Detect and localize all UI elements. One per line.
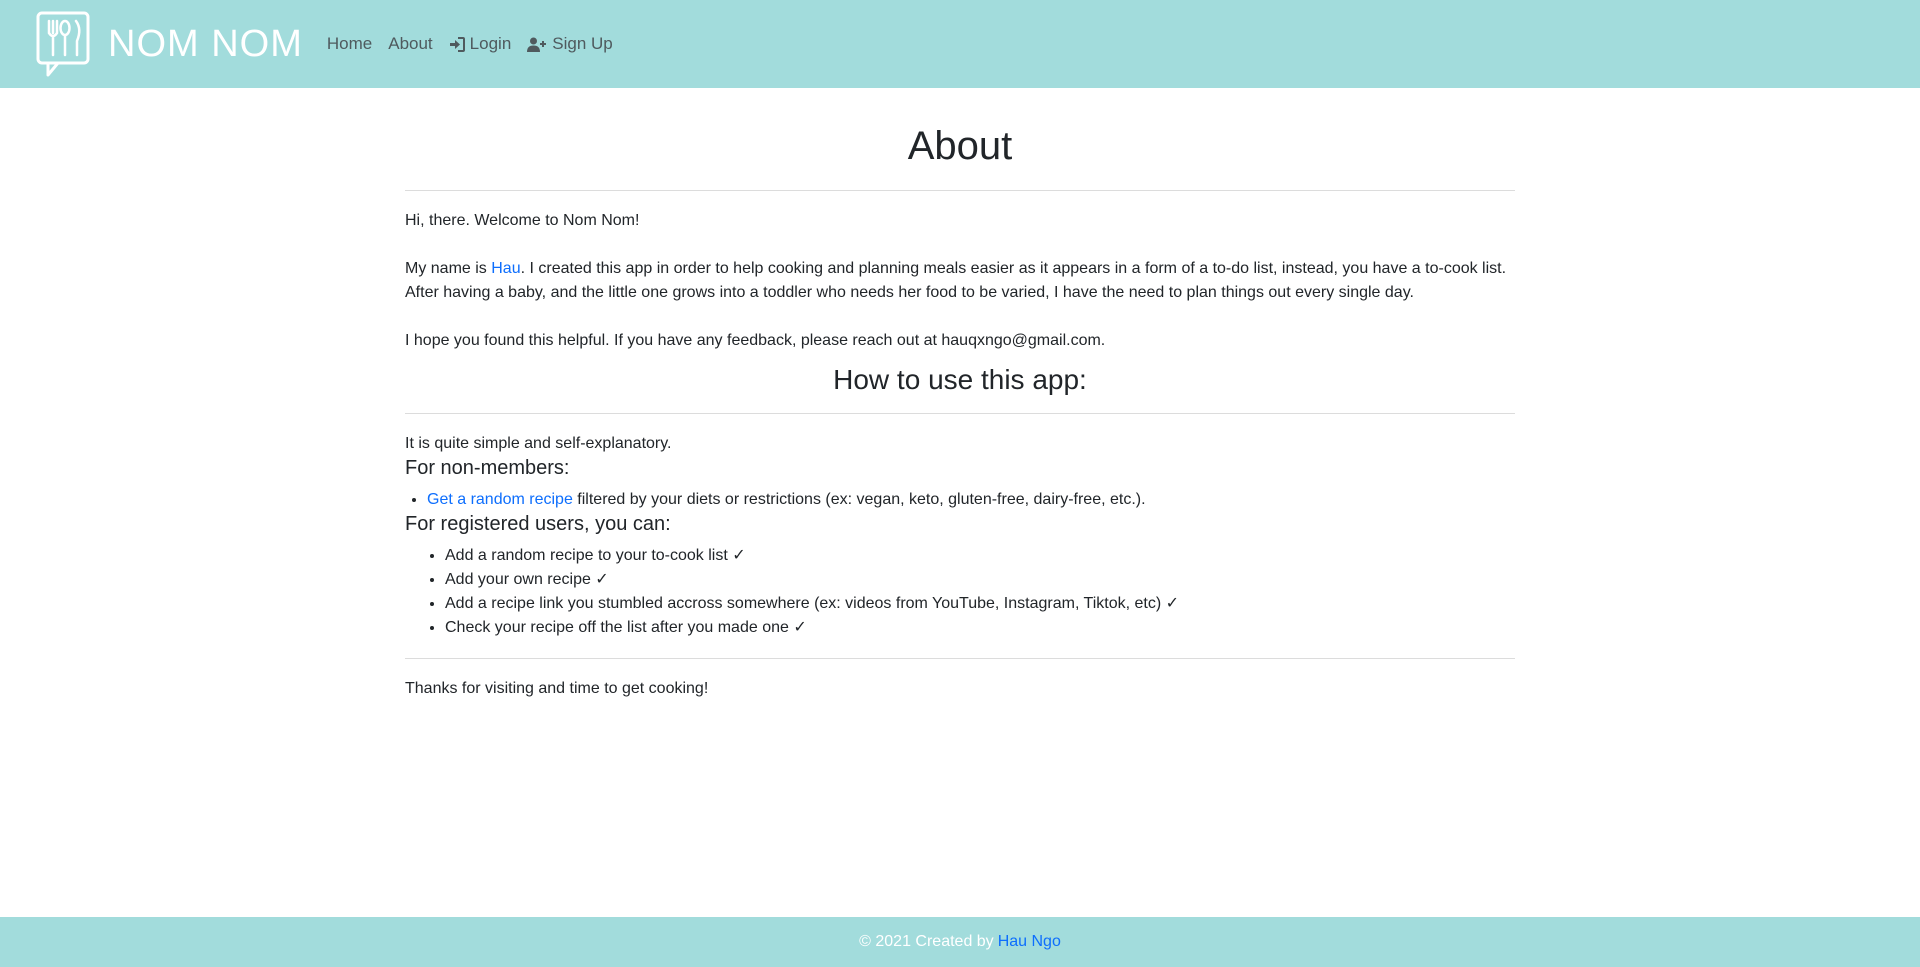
list-item: Add a recipe link you stumbled accross s… — [445, 592, 1515, 616]
non-members-heading: For non-members: — [405, 457, 570, 479]
howto-divider — [405, 413, 1515, 414]
page: NOM NOM Home About Login Sign Up About H… — [0, 0, 1920, 967]
sign-in-icon — [449, 36, 465, 52]
non-members-list: Get a random recipe filtered by your die… — [405, 488, 1515, 512]
nav-about-label: About — [388, 34, 433, 53]
closing-text: Thanks for visiting and time to get cook… — [405, 680, 709, 697]
brand-name: NOM NOM — [108, 22, 303, 65]
howto-intro: It is quite simple and self-explanatory. — [405, 435, 672, 452]
list-item: Get a random recipe filtered by your die… — [427, 488, 1515, 512]
closing-divider — [405, 658, 1515, 659]
intro-paragraph: My name is Hau. I created this app in or… — [405, 257, 1515, 305]
navbar: NOM NOM Home About Login Sign Up — [0, 0, 1920, 88]
footer-author-link[interactable]: Hau Ngo — [998, 933, 1061, 951]
nav-signup-link[interactable]: Sign Up — [527, 34, 613, 54]
fork-spoon-knife-icon — [36, 11, 90, 77]
main-content: About Hi, there. Welcome to Nom Nom! My … — [405, 88, 1515, 701]
nav-links: Home About Login Sign Up — [327, 34, 629, 54]
intro-suffix: . I created this app in order to help co… — [405, 260, 1507, 301]
nav-home-link[interactable]: Home — [327, 34, 372, 54]
nav-signup-label: Sign Up — [552, 34, 613, 53]
greeting-text: Hi, there. Welcome to Nom Nom! — [405, 212, 640, 229]
nav-home-label: Home — [326, 34, 373, 53]
intro-prefix: My name is — [405, 260, 492, 277]
nav-login-label: Login — [469, 34, 512, 53]
feedback-text: I hope you found this helpful. If you ha… — [405, 332, 1106, 349]
footer-text: © 2021 Created by — [859, 933, 994, 950]
registered-list: Add a random recipe to your to-cook list… — [405, 544, 1515, 640]
random-recipe-link[interactable]: Get a random recipe — [427, 491, 573, 508]
list-item: Check your recipe off the list after you… — [445, 616, 1515, 640]
brand-link[interactable]: NOM NOM — [36, 0, 303, 88]
list-item: Add a random recipe to your to-cook list… — [445, 544, 1515, 568]
nav-login-link[interactable]: Login — [449, 34, 512, 54]
list-item: Add your own recipe ✓ — [445, 568, 1515, 592]
author-link[interactable]: Hau — [491, 260, 520, 277]
registered-heading: For registered users, you can: — [405, 513, 671, 535]
page-title: About — [907, 124, 1013, 168]
footer: © 2021 Created by Hau Ngo — [0, 917, 1920, 967]
nav-about-link[interactable]: About — [388, 34, 432, 54]
user-plus-icon — [527, 37, 547, 52]
random-recipe-description: filtered by your diets or restrictions (… — [572, 491, 1146, 508]
title-divider — [405, 190, 1515, 191]
howto-title: How to use this app: — [833, 364, 1087, 395]
